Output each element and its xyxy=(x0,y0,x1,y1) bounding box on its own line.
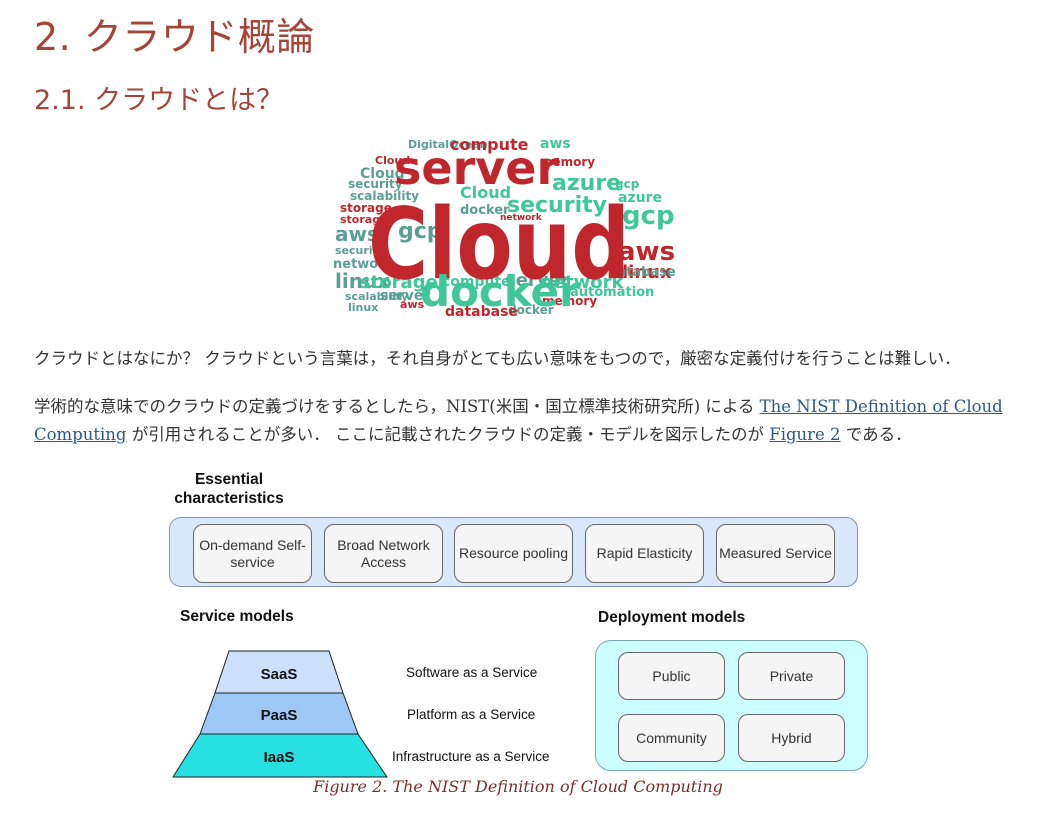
figure-2-link[interactable]: Figure 2 xyxy=(769,425,840,444)
page-title: 2. クラウド概論 xyxy=(34,15,315,59)
service-models-title: Service models xyxy=(180,608,294,625)
paragraph-nist-text-1: 学術的な意味でのクラウドの定義づけをするとしたら，NIST(米国・国立標準技術研… xyxy=(34,397,760,416)
word-docker: docker xyxy=(420,267,580,316)
essential-characteristics-title: Essential characteristics xyxy=(174,471,284,507)
essential-item-on-demand: On-demand Self-service xyxy=(193,524,312,583)
figure-caption: Figure 2. The NIST Definition of Cloud C… xyxy=(313,777,723,796)
pyramid-label-paas: PaaS xyxy=(261,707,298,724)
service-models-pyramid: SaaS PaaS IaaS xyxy=(172,650,388,778)
paragraph-nist: 学術的な意味でのクラウドの定義づけをするとしたら，NIST(米国・国立標準技術研… xyxy=(34,393,1024,449)
deployment-item-hybrid: Hybrid xyxy=(738,714,845,762)
service-desc-iaas: Infrastructure as a Service xyxy=(392,749,550,764)
word-cloud-image: DigitalOcean Cloud Cloud security scalab… xyxy=(330,128,702,322)
essential-item-resource-pooling: Resource pooling xyxy=(454,524,573,583)
deployment-models-title: Deployment models xyxy=(598,609,746,626)
pyramid-label-saas: SaaS xyxy=(261,666,298,683)
word-server: server xyxy=(394,141,559,195)
pyramid-label-iaas: IaaS xyxy=(264,749,295,766)
deployment-item-private: Private xyxy=(738,652,845,700)
essential-characteristics-group: On-demand Self-service Broad Network Acc… xyxy=(169,517,858,587)
paragraph-nist-text-3: である． xyxy=(840,425,912,444)
service-desc-paas: Platform as a Service xyxy=(407,707,536,722)
deployment-models-group: Public Private Community Hybrid xyxy=(595,640,868,771)
section-title: 2.1. クラウドとは？ xyxy=(34,85,284,116)
deployment-item-public: Public xyxy=(618,652,725,700)
svg-text:linux: linux xyxy=(348,301,378,314)
essential-item-measured-service: Measured Service xyxy=(716,524,835,583)
paragraph-nist-text-2: が引用されることが多い． ここに記載されたクラウドの定義・モデルを図示したのが xyxy=(126,425,770,444)
word-cloud-svg: DigitalOcean Cloud Cloud security scalab… xyxy=(333,135,676,320)
essential-item-rapid-elasticity: Rapid Elasticity xyxy=(585,524,704,583)
paragraph-intro: クラウドとはなにか？ クラウドという言葉は，それ自身がとても広い意味をもつので，… xyxy=(34,349,961,368)
essential-item-broad-network: Broad Network Access xyxy=(324,524,443,583)
service-desc-saas: Software as a Service xyxy=(406,665,538,680)
deployment-item-community: Community xyxy=(618,714,725,762)
